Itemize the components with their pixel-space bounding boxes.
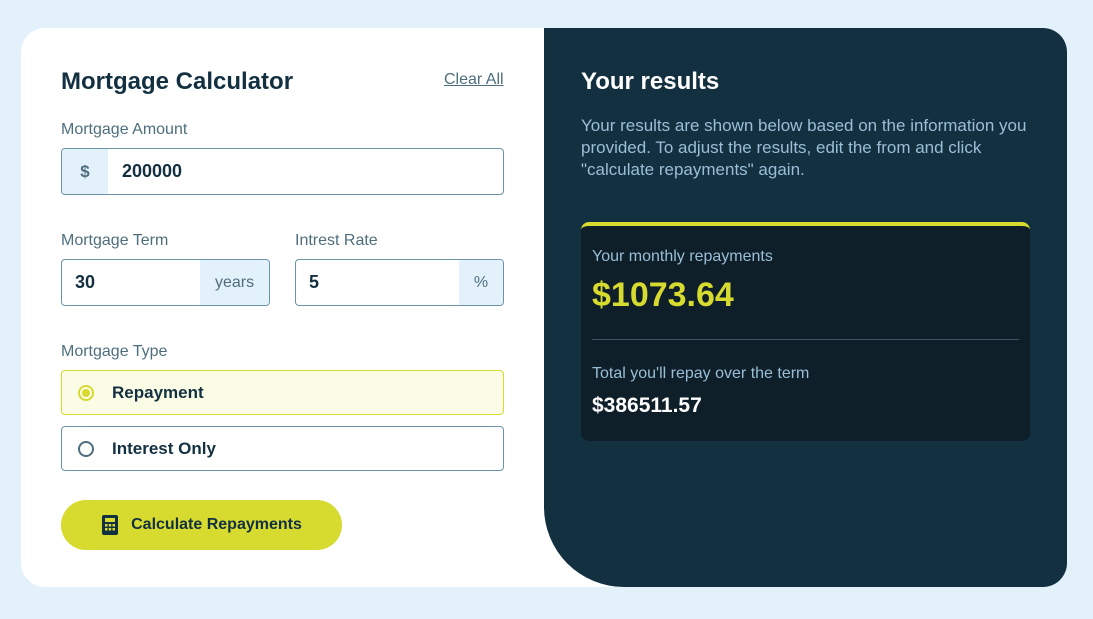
clear-all-link[interactable]: Clear All — [444, 71, 504, 89]
mortgage-calculator-card: Mortgage Calculator Clear All Mortgage A… — [21, 28, 1067, 587]
mortgage-amount-field[interactable]: $ 200000 — [61, 148, 504, 195]
calculate-button-label: Calculate Repayments — [131, 516, 302, 533]
mortgage-type-interest-only[interactable]: Interest Only — [61, 426, 504, 471]
mortgage-amount-input[interactable]: 200000 — [108, 149, 503, 194]
monthly-repayments-value: $1073.64 — [592, 276, 734, 314]
radio-label: Repayment — [112, 382, 204, 402]
monthly-repayments-label: Your monthly repayments — [592, 248, 773, 265]
results-title: Your results — [581, 68, 720, 95]
results-panel: Your results Your results are shown belo… — [544, 28, 1067, 587]
rate-suffix: % — [459, 260, 503, 305]
term-suffix: years — [200, 260, 269, 305]
mortgage-term-label: Mortgage Term — [61, 232, 169, 249]
radio-unselected-icon[interactable] — [78, 440, 94, 457]
results-description: Your results are shown below based on th… — [581, 116, 1027, 179]
interest-rate-input[interactable]: 5 — [296, 260, 459, 305]
page-title: Mortgage Calculator — [61, 68, 294, 95]
results-divider — [592, 339, 1019, 340]
mortgage-amount-label: Mortgage Amount — [61, 121, 188, 138]
mortgage-type-label: Mortgage Type — [61, 343, 168, 360]
interest-rate-field[interactable]: 5 % — [295, 259, 504, 306]
radio-selected-icon[interactable] — [78, 384, 94, 401]
calculator-icon — [102, 515, 119, 535]
interest-rate-label: Intrest Rate — [295, 232, 378, 249]
total-repay-label: Total you'll repay over the term — [592, 365, 810, 382]
total-repay-value: $386511.57 — [592, 394, 702, 417]
radio-label: Interest Only — [112, 438, 216, 458]
results-box: Your monthly repayments $1073.64 Total y… — [581, 222, 1030, 441]
mortgage-term-field[interactable]: 30 years — [61, 259, 270, 306]
mortgage-type-repayment[interactable]: Repayment — [61, 370, 504, 415]
calculate-repayments-button[interactable]: Calculate Repayments — [61, 500, 342, 550]
calculator-form: Mortgage Calculator Clear All Mortgage A… — [21, 28, 544, 587]
mortgage-term-input[interactable]: 30 — [62, 260, 200, 305]
currency-prefix: $ — [62, 149, 108, 194]
